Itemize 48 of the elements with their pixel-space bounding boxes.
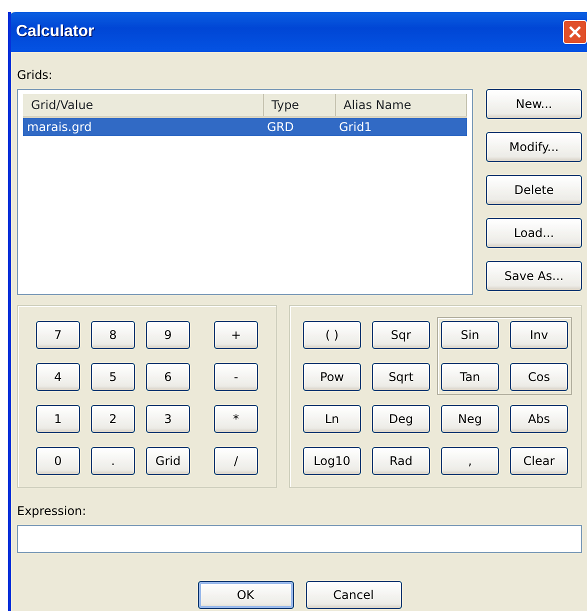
key-button[interactable]: 5 [91, 363, 135, 391]
grid-action-button[interactable]: Save As... [486, 261, 582, 291]
function-key-button[interactable]: Inv [510, 321, 568, 349]
grid-action-button[interactable]: Delete [486, 175, 582, 205]
grids-label: Grids: [17, 67, 52, 83]
column-header[interactable]: Type [263, 94, 335, 117]
function-key-button[interactable]: Cos [510, 363, 568, 391]
key-button[interactable]: 8 [91, 321, 135, 349]
key-button[interactable]: + [214, 321, 258, 349]
key-button[interactable]: * [214, 405, 258, 433]
expression-label: Expression: [17, 503, 86, 519]
function-key-button[interactable]: Sqr [372, 321, 430, 349]
function-key-button[interactable]: ( ) [303, 321, 361, 349]
close-icon [567, 24, 583, 40]
window-title: Calculator [16, 22, 94, 42]
grid-action-button[interactable]: Load... [486, 218, 582, 248]
function-key-button[interactable]: Clear [510, 447, 568, 475]
function-key-button[interactable]: Abs [510, 405, 568, 433]
function-key-button[interactable]: Deg [372, 405, 430, 433]
key-button[interactable]: 7 [36, 321, 80, 349]
function-key-button[interactable]: , [441, 447, 499, 475]
function-key-button[interactable]: Ln [303, 405, 361, 433]
function-key-button[interactable]: Sqrt [372, 363, 430, 391]
key-button[interactable]: Grid [146, 447, 190, 475]
key-button[interactable]: 3 [146, 405, 190, 433]
column-header[interactable]: Alias Name [335, 94, 466, 117]
function-key-button[interactable]: Log10 [303, 447, 361, 475]
key-button[interactable]: / [214, 447, 258, 475]
key-button[interactable]: 0 [36, 447, 80, 475]
key-button[interactable]: - [214, 363, 258, 391]
expression-field[interactable] [17, 525, 582, 553]
close-button[interactable] [563, 20, 587, 44]
key-button[interactable]: 2 [91, 405, 135, 433]
function-key-button[interactable]: Sin [441, 321, 499, 349]
grid-action-button[interactable]: New... [486, 89, 582, 119]
grid-action-button[interactable]: Modify... [486, 132, 582, 162]
cancel-button[interactable]: Cancel [306, 581, 402, 609]
function-key-button[interactable]: Tan [441, 363, 499, 391]
key-button[interactable]: 1 [36, 405, 80, 433]
function-key-button[interactable]: Rad [372, 447, 430, 475]
key-button[interactable]: . [91, 447, 135, 475]
function-key-button[interactable]: Pow [303, 363, 361, 391]
key-button[interactable]: 4 [36, 363, 80, 391]
key-button[interactable]: 6 [146, 363, 190, 391]
ok-button[interactable]: OK [198, 581, 294, 609]
key-button[interactable]: 9 [146, 321, 190, 349]
column-header[interactable]: Grid/Value [23, 94, 263, 117]
function-key-button[interactable]: Neg [441, 405, 499, 433]
